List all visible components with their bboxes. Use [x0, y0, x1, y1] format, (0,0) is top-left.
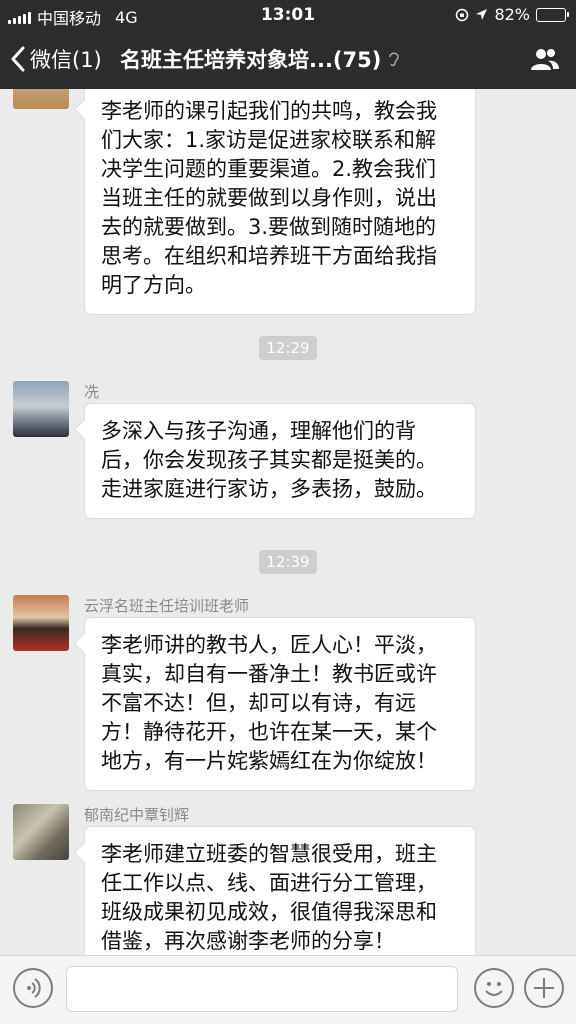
message-line: 任工作以点、线、面进行分工管理， [101, 871, 437, 895]
orientation-lock-icon [456, 8, 469, 21]
sender-name: 云浮名班主任培训班老师 [84, 597, 250, 615]
message-line: 去的就要做到。3.要做到随时随地的 [101, 215, 437, 239]
chat-title: 名班主任培养对象培...(75) [120, 44, 490, 74]
message-line: 后，你会发现孩子其实都是挺美的。 [101, 448, 437, 472]
time-label: 12:29 [259, 336, 317, 360]
voice-button[interactable] [13, 968, 53, 1008]
voice-icon [27, 978, 41, 998]
emoji-icon [485, 982, 503, 996]
time-divider: 12:39 [0, 550, 576, 574]
message-line: 李老师的课引起我们的共鸣，教会我 [101, 99, 437, 123]
status-bar: 中国移动 4G 13:01 82% [0, 0, 576, 30]
emoji-button[interactable] [474, 968, 514, 1008]
message-line: 不富不达！但，却可以有诗，有远 [101, 691, 416, 715]
message-line: 多深入与孩子沟通，理解他们的背 [101, 419, 416, 443]
message-line: 班级成果初见成效，很值得我深思和 [101, 900, 437, 924]
message-line: 走进家庭进行家访，多表扬，鼓励。 [101, 477, 437, 501]
sender-name: 郁南纪中覃钊辉 [84, 806, 190, 824]
message-line: 明了方向。 [101, 273, 206, 297]
group-members-icon[interactable] [530, 46, 560, 72]
battery-icon [536, 7, 569, 22]
back-button[interactable]: 微信(1) [10, 44, 102, 74]
chat-area[interactable]: 李老师的课引起我们的共鸣，教会我 们大家：1.家访是促进家校联系和解 决学生问题… [0, 89, 576, 955]
avatar[interactable] [13, 595, 69, 651]
avatar[interactable] [13, 381, 69, 437]
nav-bar: 微信(1) 名班主任培养对象培...(75) [0, 30, 576, 89]
sender-name: 冼 [84, 383, 100, 401]
avatar[interactable] [13, 89, 69, 109]
message-line: 当班主任的就要做到以身作则，说出 [101, 186, 437, 210]
time-divider: 12:29 [0, 336, 576, 360]
top-bar: 中国移动 4G 13:01 82% 微信(1) 名班主任培养对象培...(75) [0, 0, 576, 89]
message-line: 决学生问题的重要渠道。2.教会我们 [101, 157, 437, 181]
battery-percent: 82% [494, 5, 530, 24]
message-bubble[interactable]: 多深入与孩子沟通，理解他们的背 后，你会发现孩子其实都是挺美的。 走进家庭进行家… [84, 403, 476, 519]
avatar[interactable] [13, 804, 69, 860]
message-bubble[interactable]: 李老师讲的教书人，匠人心！平淡， 真实，却自有一番净土！教书匠或许 不富不达！但… [84, 617, 476, 791]
status-right: 82% [455, 5, 569, 24]
chat-title-text: 名班主任培养对象培...(75) [120, 48, 382, 72]
chevron-left-icon [11, 46, 25, 72]
time-label: 12:39 [259, 550, 317, 574]
back-label: 微信(1) [30, 48, 102, 72]
message-line: 方！静待花开，也许在某一天，某个 [101, 720, 437, 744]
plus-icon [534, 978, 554, 998]
ear-icon [389, 52, 400, 67]
message-line: 李老师讲的教书人，匠人心！平淡， [101, 633, 437, 657]
message-line: 借鉴，再次感谢李老师的分享！ [101, 929, 395, 953]
message-input[interactable] [66, 966, 458, 1012]
message-line: 李老师建立班委的智慧很受用，班主 [101, 842, 437, 866]
message-line: 们大家：1.家访是促进家校联系和解 [101, 128, 437, 152]
message-bubble[interactable]: 李老师建立班委的智慧很受用，班主 任工作以点、线、面进行分工管理， 班级成果初见… [84, 826, 476, 955]
message-line: 地方，有一片姹紫嫣红在为你绽放！ [101, 749, 437, 773]
input-bar [0, 955, 576, 1024]
message-bubble[interactable]: 李老师的课引起我们的共鸣，教会我 们大家：1.家访是促进家校联系和解 决学生问题… [84, 89, 476, 315]
message-line: 真实，却自有一番净土！教书匠或许 [101, 662, 437, 686]
location-icon [476, 9, 488, 20]
plus-button[interactable] [524, 968, 564, 1008]
message-line: 思考。在组织和培养班干方面给我指 [101, 244, 437, 268]
